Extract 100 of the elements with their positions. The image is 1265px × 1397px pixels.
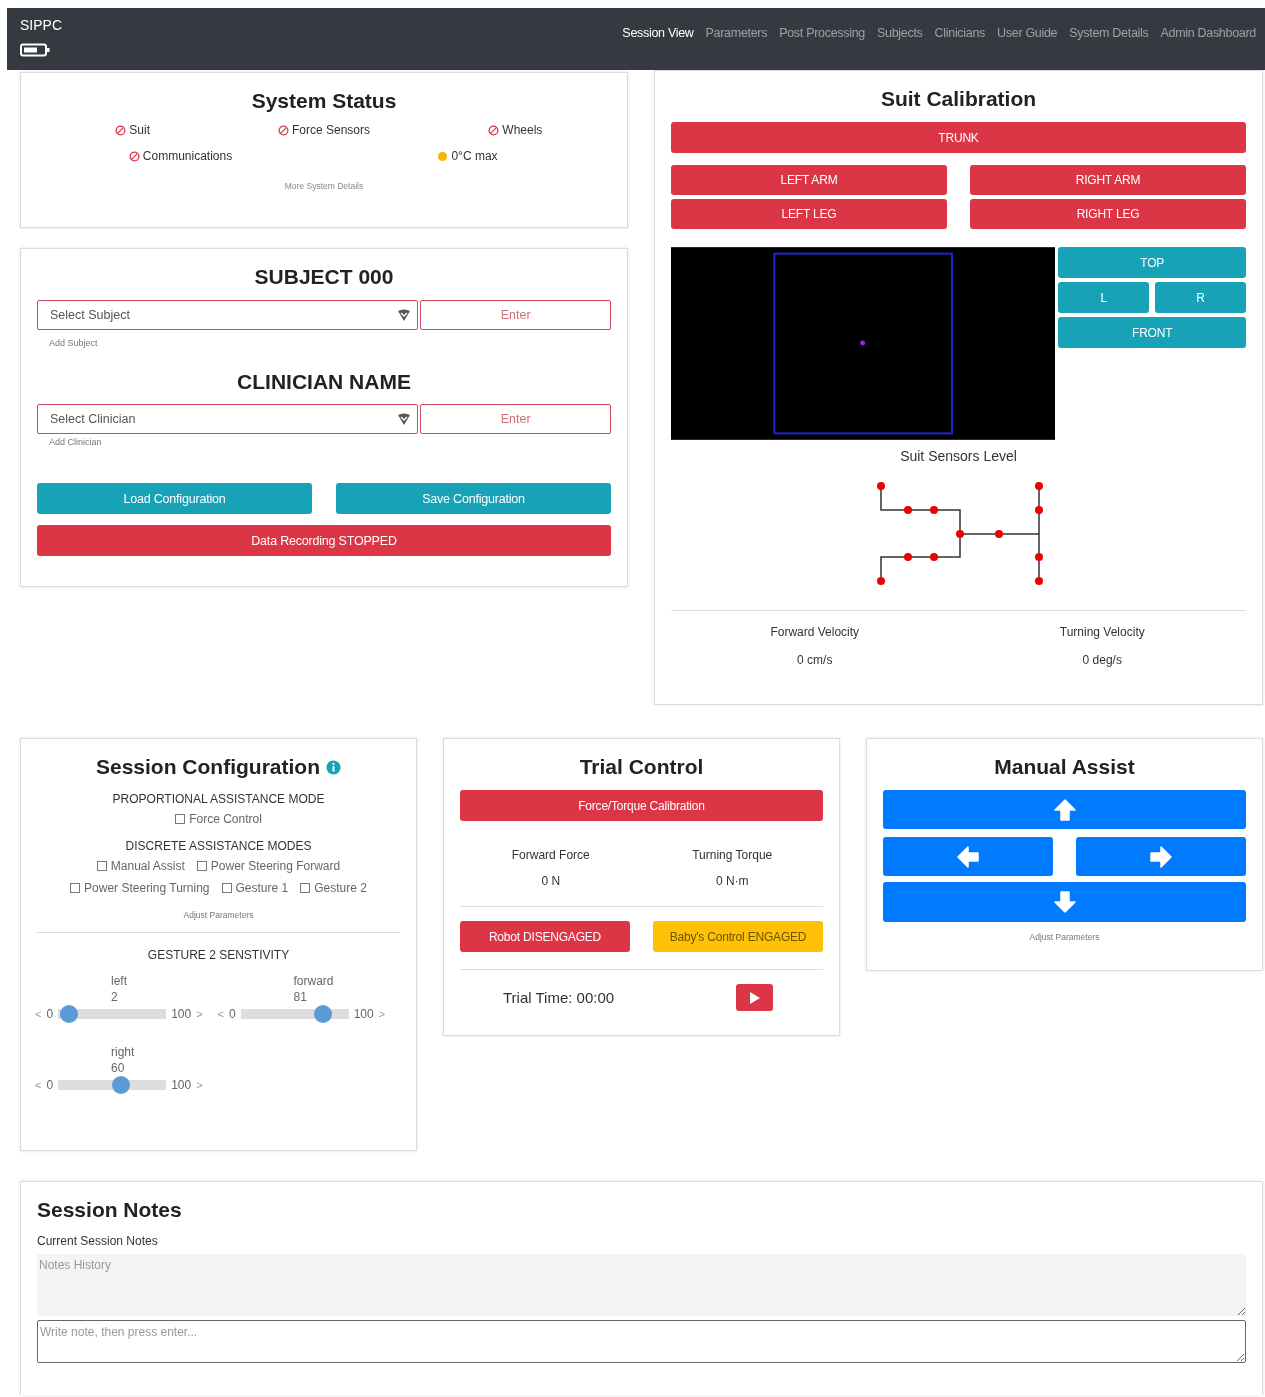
nav-link[interactable]: User Guide	[997, 26, 1058, 40]
checkbox[interactable]	[196, 861, 207, 871]
nav-link[interactable]: Parameters	[705, 26, 768, 40]
checkbox-label: Gesture 2	[314, 881, 367, 895]
limb-button[interactable]: RIGHT LEG	[970, 199, 1246, 229]
trial-time: Trial Time: 00:00	[503, 989, 615, 1006]
status-label: Wheels	[502, 123, 543, 137]
nav-link[interactable]: Session View	[622, 26, 694, 40]
adjust-parameters-link[interactable]: Adjust Parameters	[37, 910, 400, 920]
increase-arrow[interactable]: >	[196, 1008, 203, 1020]
add-link[interactable]: Add Clinician	[49, 437, 611, 447]
slider-thumb[interactable]	[112, 1076, 131, 1094]
slider-max: 100	[353, 1007, 374, 1021]
configuration-button[interactable]: Save Configuration	[336, 483, 611, 514]
checkbox-label: Force Control	[189, 812, 262, 826]
input-field[interactable]: Enter	[420, 300, 611, 330]
card-title: Trial Control	[578, 755, 705, 779]
slider-max: 100	[171, 1007, 192, 1021]
section-heading: PROPORTIONAL ASSISTANCE MODE	[111, 792, 326, 806]
limb-button[interactable]: RIGHT ARM	[970, 165, 1246, 195]
slider-label: left	[111, 974, 127, 988]
input-field[interactable]: Enter	[420, 404, 611, 434]
slider-value: 2	[111, 990, 118, 1004]
play-button[interactable]	[736, 984, 773, 1011]
decrease-arrow[interactable]: <	[217, 1008, 224, 1020]
arrow-right-icon	[1149, 844, 1173, 869]
move-button[interactable]	[1076, 837, 1246, 876]
status-button[interactable]: Baby's Control ENGAGED	[653, 921, 823, 952]
configuration-button[interactable]: Load Configuration	[37, 483, 312, 514]
recording-button[interactable]: Data Recording STOPPED	[37, 525, 611, 556]
view-button[interactable]: TOP	[1058, 247, 1246, 278]
slider-min: 0	[46, 1007, 54, 1021]
select-field[interactable]: Select Subject	[37, 300, 419, 330]
trunk-button[interactable]: TRUNK	[671, 122, 1246, 153]
readout-label: Turning Torque	[691, 848, 774, 862]
clinician-title: CLINICIAN NAME	[236, 370, 412, 394]
status-label: Force Sensors	[291, 123, 370, 137]
card-title: Manual Assist	[993, 755, 1136, 779]
checkbox-label: Power Steering Forward	[210, 859, 341, 873]
nav-link[interactable]: Post Processing	[779, 26, 865, 40]
add-link[interactable]: Add Subject	[49, 338, 611, 348]
increase-arrow[interactable]: >	[196, 1079, 203, 1091]
arrow-left-icon	[956, 844, 980, 869]
subject-title: SUBJECT 000	[253, 265, 395, 289]
arrow-down-icon	[1052, 890, 1077, 914]
blocked-icon	[128, 150, 140, 162]
nav-link[interactable]: Admin Dashboard	[1160, 26, 1256, 40]
play-icon	[749, 991, 760, 1004]
calibration-button[interactable]: Force/Torque Calibration	[460, 790, 823, 821]
limb-button[interactable]: LEFT LEG	[671, 199, 947, 229]
checkbox[interactable]	[300, 883, 311, 893]
readout-label: Turning Velocity	[1058, 625, 1146, 639]
slider-thumb[interactable]	[59, 1005, 78, 1023]
battery-icon	[20, 43, 50, 57]
card-title: Suit Calibration	[879, 87, 1038, 111]
checkbox[interactable]	[96, 861, 107, 871]
checkbox-label: Gesture 1	[235, 881, 289, 895]
adjust-parameters-link[interactable]: Adjust Parameters	[883, 932, 1246, 942]
slider-min: 0	[228, 1007, 236, 1021]
readout-value: 0 cm/s	[796, 653, 834, 667]
notes-subtitle: Current Session Notes	[37, 1234, 159, 1248]
slider-min: 0	[46, 1078, 54, 1092]
more-details-link[interactable]: More System Details	[37, 181, 611, 191]
blocked-icon	[488, 124, 500, 136]
view-button[interactable]: FRONT	[1058, 317, 1246, 348]
decrease-arrow[interactable]: <	[35, 1079, 42, 1091]
slider-thumb[interactable]	[313, 1005, 332, 1023]
checkbox[interactable]	[70, 883, 81, 893]
increase-arrow[interactable]: >	[378, 1008, 386, 1020]
notes-history-field[interactable]: Notes History	[37, 1254, 1246, 1316]
note-input-field[interactable]: Write note, then press enter...	[37, 1320, 1246, 1363]
view-button[interactable]: R	[1155, 282, 1246, 313]
checkbox[interactable]	[175, 814, 186, 824]
status-label: Communications	[142, 149, 233, 163]
section-heading: DISCRETE ASSISTANCE MODES	[124, 839, 313, 853]
nav-link[interactable]: Clinicians	[934, 26, 986, 40]
nav-link[interactable]: Subjects	[877, 26, 923, 40]
decrease-arrow[interactable]: <	[35, 1008, 42, 1020]
checkbox[interactable]	[221, 883, 232, 893]
readout-value: 0 N	[540, 874, 562, 888]
status-label: Suit	[129, 123, 150, 137]
nav-link[interactable]: System Details	[1069, 26, 1149, 40]
checkbox-label: Manual Assist	[110, 859, 185, 873]
slider-max: 100	[171, 1078, 192, 1092]
readout-label: Forward Force	[510, 848, 591, 862]
select-field[interactable]: Select Clinician	[37, 404, 419, 434]
info-icon[interactable]	[326, 759, 341, 775]
arrow-up-icon	[1052, 797, 1077, 822]
card-title: Session Configuration	[96, 755, 320, 779]
slider-value: 81	[293, 990, 307, 1004]
slider-value: 60	[111, 1061, 125, 1075]
view-button[interactable]: L	[1058, 282, 1150, 313]
brand-name: SIPPC	[20, 17, 62, 33]
move-button[interactable]	[883, 837, 1053, 876]
card-title: Session Notes	[37, 1198, 183, 1222]
dropdown-icon	[397, 308, 412, 322]
blocked-icon	[115, 124, 127, 136]
status-button[interactable]: Robot DISENGAGED	[460, 921, 630, 952]
slider-label: forward	[293, 974, 334, 988]
limb-button[interactable]: LEFT ARM	[671, 165, 947, 195]
